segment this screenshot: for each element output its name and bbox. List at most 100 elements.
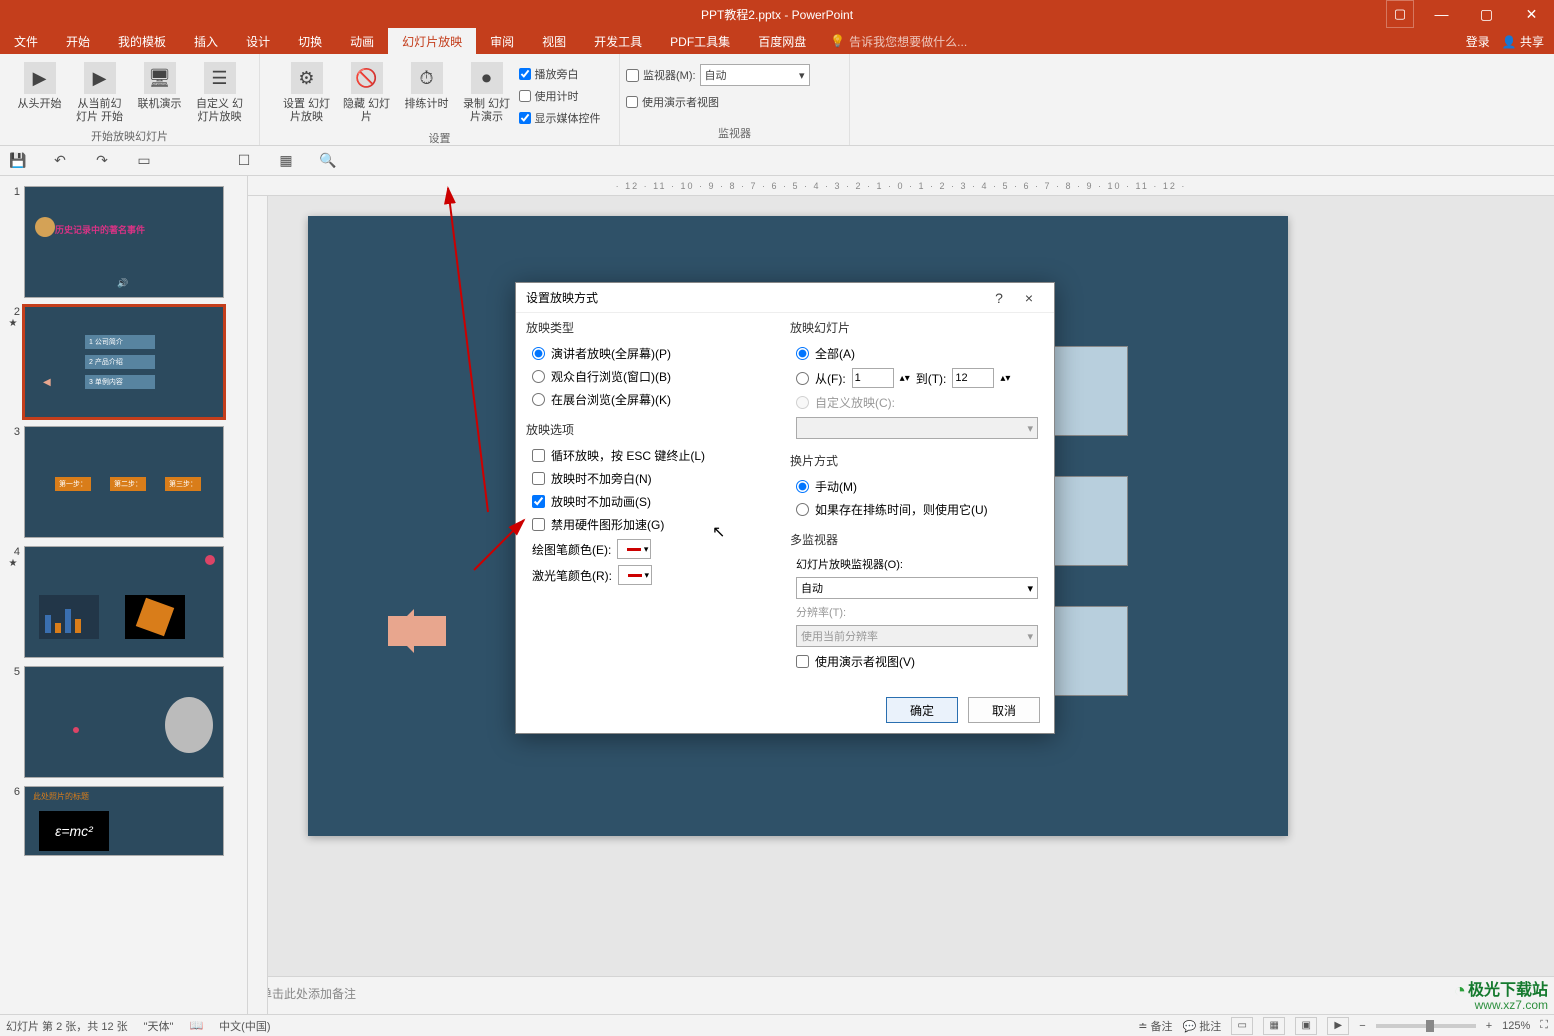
tab-baidu[interactable]: 百度网盘 — [744, 28, 820, 54]
language-indicator[interactable]: 中文(中国) — [219, 1018, 270, 1034]
qat-icon-1[interactable]: ▭ — [132, 149, 156, 173]
qat-icon-3[interactable]: ▦ — [274, 149, 298, 173]
comments-toggle[interactable]: 💬 批注 — [1183, 1018, 1222, 1034]
radio-kiosk[interactable]: 在展台浏览(全屏幕)(K) — [526, 388, 780, 411]
chk-disable-hw[interactable]: 禁用硬件图形加速(G) — [526, 513, 780, 536]
present-online-button[interactable]: 🖥联机演示 — [132, 60, 188, 113]
ribbon-display-options-icon[interactable]: ▢ — [1386, 0, 1414, 28]
undo-icon[interactable]: ↶ — [48, 149, 72, 173]
thumb-4[interactable]: 4★ — [0, 542, 247, 662]
res-label: 分辨率(T): — [790, 602, 1044, 622]
notes-toggle[interactable]: ≐ 备注 — [1138, 1018, 1172, 1034]
custom-show-select: ▾ — [796, 417, 1038, 439]
thumb-3[interactable]: 3 第一步： 第二步： 第三步： — [0, 422, 247, 542]
tell-me-search[interactable]: 💡 告诉我您想要做什么... — [830, 28, 967, 54]
spinner-icon[interactable]: ▴▾ — [900, 373, 910, 384]
zoom-slider[interactable] — [1376, 1024, 1476, 1028]
chk-loop[interactable]: 循环放映，按 ESC 键终止(L) — [526, 444, 780, 467]
thumb-6[interactable]: 6 此处照片的标题 ε=mc² — [0, 782, 247, 860]
radio-speaker[interactable]: 演讲者放映(全屏幕)(P) — [526, 342, 780, 365]
to-input[interactable] — [952, 368, 994, 388]
pen-color-row: 绘图笔颜色(E): — [526, 536, 780, 562]
radio-all-slides[interactable]: 全部(A) — [790, 342, 1044, 365]
tab-pdftools[interactable]: PDF工具集 — [656, 28, 744, 54]
cancel-button[interactable]: 取消 — [968, 697, 1040, 723]
ok-button[interactable]: 确定 — [886, 697, 958, 723]
zoom-out-icon[interactable]: − — [1359, 1020, 1365, 1032]
laser-color-picker[interactable] — [618, 565, 652, 585]
chevron-down-icon: ▾ — [1027, 630, 1033, 643]
hide-slide-button[interactable]: 🚫 隐藏 幻灯片 — [339, 60, 395, 126]
from-current-button[interactable]: ▶从当前幻灯片 开始 — [72, 60, 128, 126]
slideshow-view-icon[interactable]: ▶ — [1327, 1017, 1349, 1035]
multi-mon-label: 多监视器 — [790, 531, 1044, 548]
tab-file[interactable]: 文件 — [0, 28, 52, 54]
tab-home[interactable]: 开始 — [52, 28, 104, 54]
hide-icon: 🚫 — [351, 62, 383, 94]
setup-show-button[interactable]: ⚙设置 幻灯片放映 — [279, 60, 335, 126]
zoom-level[interactable]: 125% — [1502, 1020, 1530, 1032]
qat-icon-2[interactable]: ☐ — [232, 149, 256, 173]
pen-color-picker[interactable] — [617, 539, 651, 559]
chk-no-animation[interactable]: 放映时不加动画(S) — [526, 490, 780, 513]
slide-thumbnails-panel[interactable]: 1 历史记录中的著名事件 🔊 2★ 1 公司简介 2 产品介绍 3 单例内容 ◀… — [0, 176, 248, 1014]
arrow-icon: ◀ — [43, 377, 51, 388]
qat-icon-4[interactable]: 🔍 — [316, 149, 340, 173]
custom-show-button[interactable]: ☰自定义 幻灯片放映 — [192, 60, 248, 126]
radio-range-row: 从(F): ▴▾ 到(T): ▴▾ — [790, 365, 1044, 391]
maximize-icon[interactable]: ▢ — [1464, 0, 1509, 28]
tab-slideshow[interactable]: 幻灯片放映 — [388, 28, 476, 54]
rehearse-button[interactable]: ⏱排练计时 — [399, 60, 455, 113]
tab-animation[interactable]: 动画 — [336, 28, 388, 54]
tab-review[interactable]: 审阅 — [476, 28, 528, 54]
dialog-help-icon[interactable]: ? — [984, 290, 1014, 306]
tab-devtools[interactable]: 开发工具 — [580, 28, 656, 54]
redo-icon[interactable]: ↷ — [90, 149, 114, 173]
login-link[interactable]: 登录 — [1466, 33, 1490, 50]
show-slides-group: 放映幻灯片 全部(A) 从(F): ▴▾ 到(T): ▴▾ 自定义放映(C): … — [790, 319, 1044, 442]
dot-icon — [73, 727, 79, 733]
use-timings-checkbox[interactable]: 使用计时 — [519, 86, 601, 106]
thumb-1[interactable]: 1 历史记录中的著名事件 🔊 — [0, 182, 247, 302]
dialog-titlebar[interactable]: 设置放映方式 ? × — [516, 283, 1054, 313]
slide-counter[interactable]: 幻灯片 第 2 张，共 12 张 — [6, 1018, 128, 1034]
tab-design[interactable]: 设计 — [232, 28, 284, 54]
notes-pane[interactable]: 单击此处添加备注 — [248, 976, 1554, 1014]
minimize-icon[interactable]: — — [1419, 0, 1464, 28]
chk-presenter-view[interactable]: 使用演示者视图(V) — [790, 650, 1044, 673]
zoom-in-icon[interactable]: + — [1486, 1020, 1492, 1032]
monitor-select-dialog[interactable]: 自动▾ — [796, 577, 1038, 599]
window-title: PPT教程2.pptx - PowerPoint — [701, 6, 853, 23]
monitor-check[interactable] — [626, 69, 639, 82]
save-icon[interactable]: 💾 — [6, 149, 30, 173]
thumb-5[interactable]: 5 — [0, 662, 247, 782]
fit-to-window-icon[interactable]: ⛶ — [1540, 1019, 1548, 1032]
spell-check-icon[interactable]: 📖 — [189, 1019, 203, 1032]
normal-view-icon[interactable]: ▭ — [1231, 1017, 1253, 1035]
show-media-checkbox[interactable]: 显示媒体控件 — [519, 108, 601, 128]
radio-range[interactable] — [796, 372, 809, 385]
tab-view[interactable]: 视图 — [528, 28, 580, 54]
from-beginning-button[interactable]: ▶从头开始 — [12, 60, 68, 113]
sorter-view-icon[interactable]: ▦ — [1263, 1017, 1285, 1035]
lbl: 隐藏 幻灯片 — [341, 98, 393, 124]
close-icon[interactable]: ✕ — [1509, 0, 1554, 28]
monitor-select[interactable]: 自动▾ — [700, 64, 810, 86]
tab-transition[interactable]: 切换 — [284, 28, 336, 54]
lbl: 从头开始 — [18, 98, 62, 111]
play-narration-checkbox[interactable]: 播放旁白 — [519, 64, 601, 84]
share-button[interactable]: 👤 共享 — [1502, 33, 1544, 50]
thumb-2[interactable]: 2★ 1 公司简介 2 产品介绍 3 单例内容 ◀ — [0, 302, 247, 422]
from-input[interactable] — [852, 368, 894, 388]
radio-manual[interactable]: 手动(M) — [790, 475, 1044, 498]
radio-use-timings[interactable]: 如果存在排练时间，则使用它(U) — [790, 498, 1044, 521]
tab-insert[interactable]: 插入 — [180, 28, 232, 54]
presenter-view-checkbox[interactable]: 使用演示者视图 — [626, 92, 843, 112]
spinner-icon[interactable]: ▴▾ — [1000, 373, 1010, 384]
dialog-close-icon[interactable]: × — [1014, 290, 1044, 306]
radio-browse[interactable]: 观众自行浏览(窗口)(B) — [526, 365, 780, 388]
chk-no-narration[interactable]: 放映时不加旁白(N) — [526, 467, 780, 490]
tab-template[interactable]: 我的模板 — [104, 28, 180, 54]
record-button[interactable]: ⏺录制 幻灯片演示 — [459, 60, 515, 126]
reading-view-icon[interactable]: ▣ — [1295, 1017, 1317, 1035]
